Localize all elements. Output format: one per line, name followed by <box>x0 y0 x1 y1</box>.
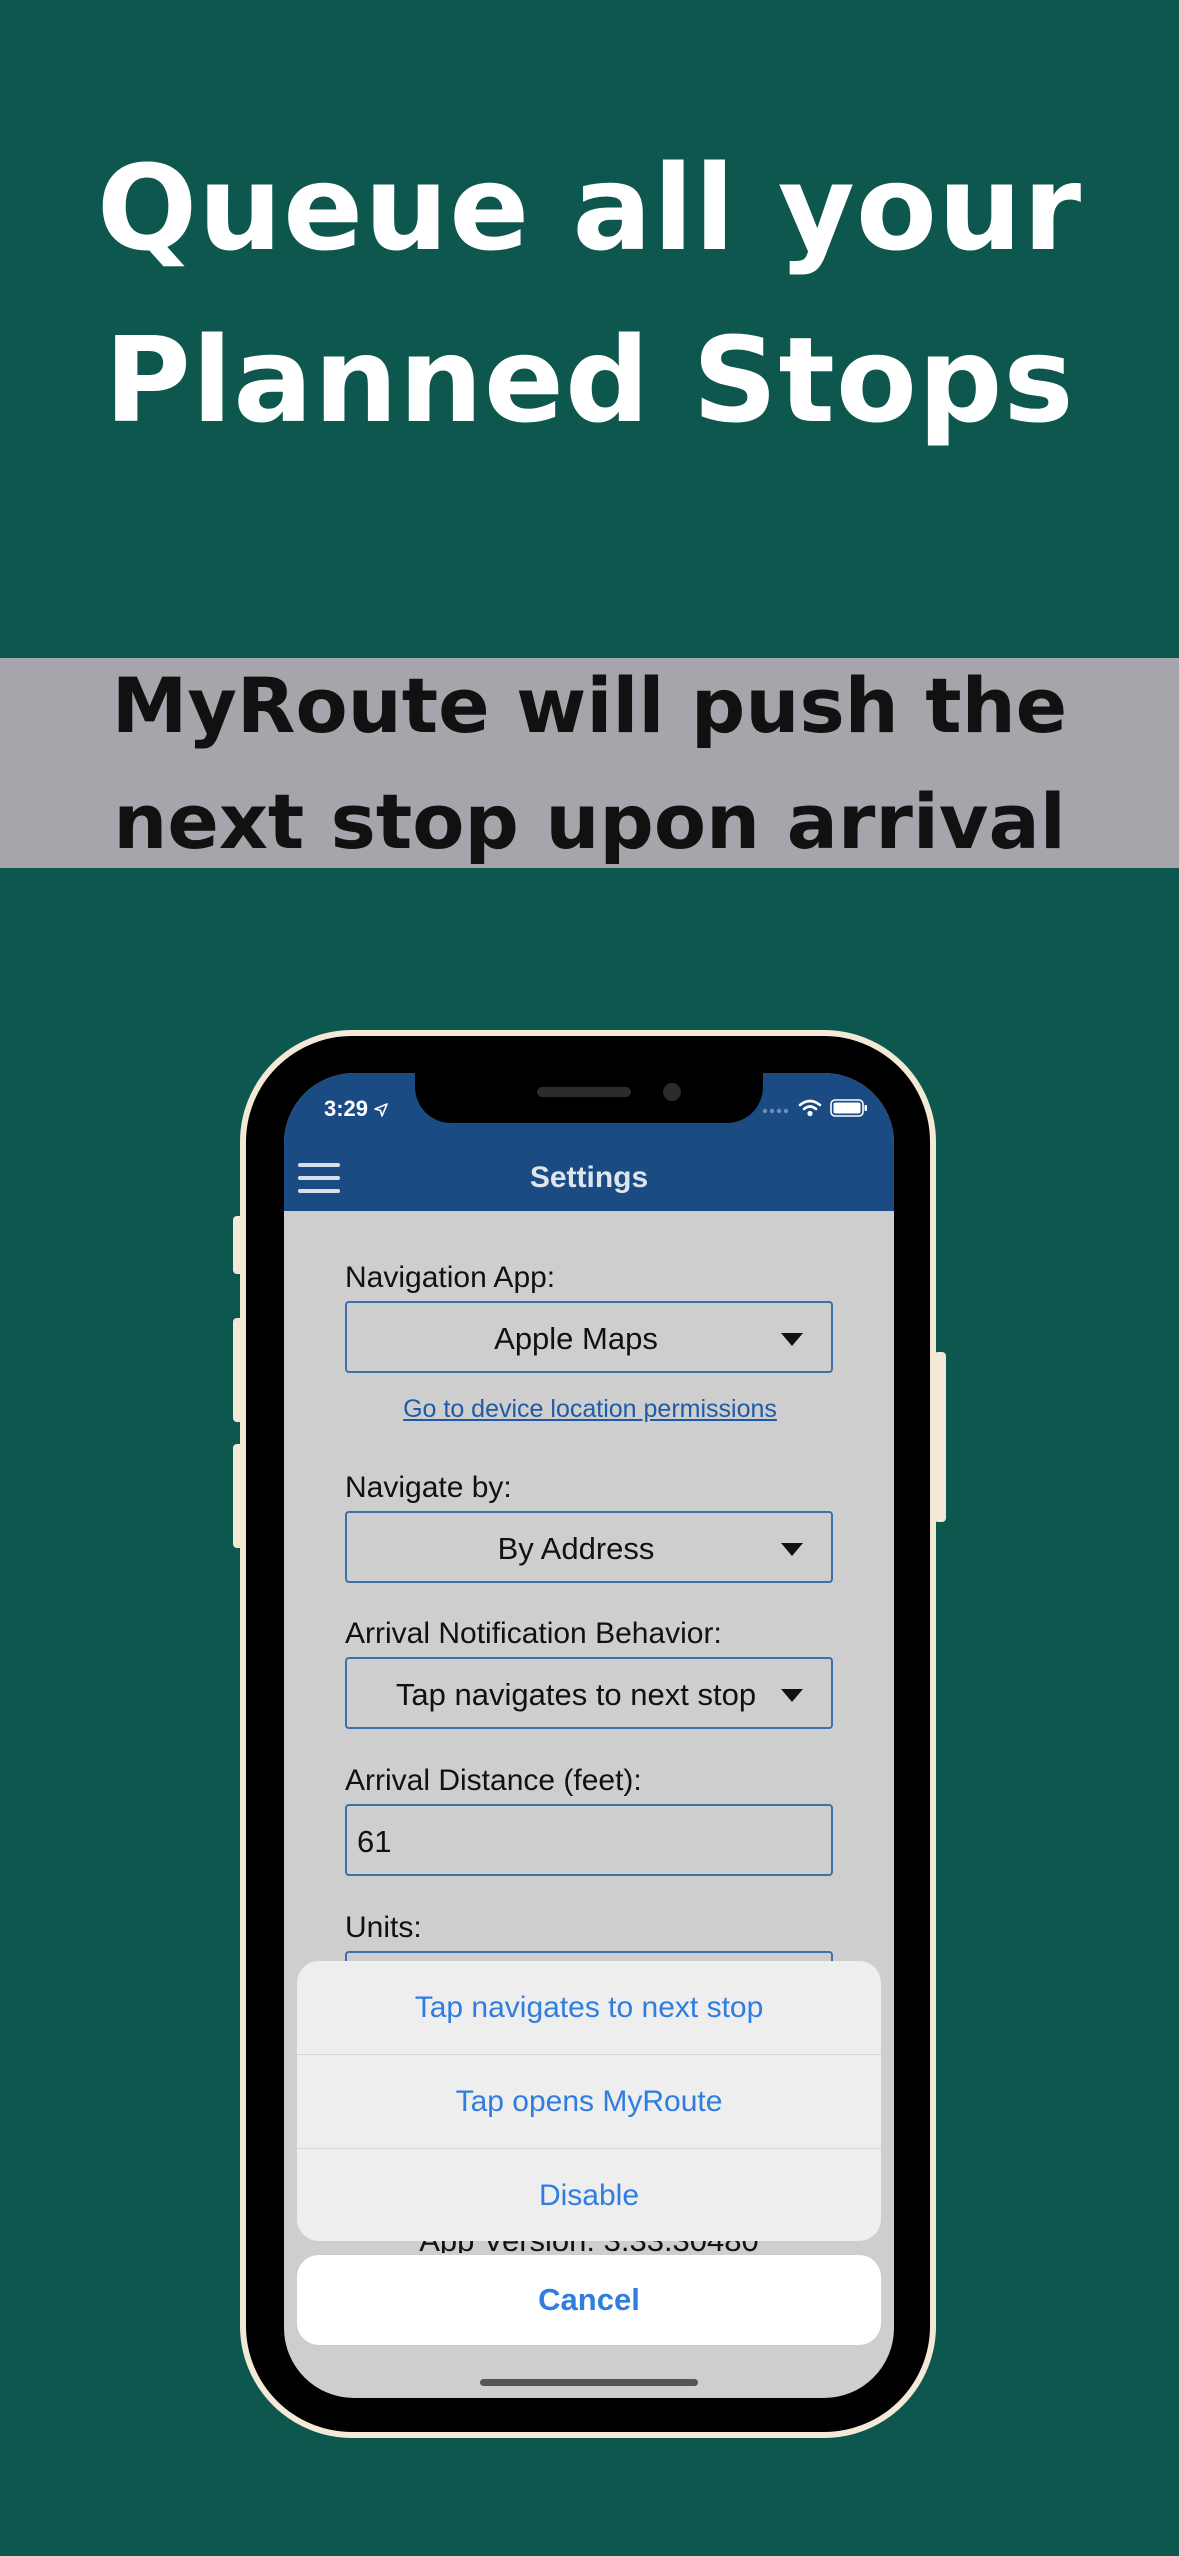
arrival-distance-value: 61 <box>357 1824 392 1859</box>
action-tap-navigates[interactable]: Tap navigates to next stop <box>297 1961 881 2055</box>
navigation-app-value: Apple Maps <box>494 1321 658 1356</box>
subheadline-line-1: MyRoute will push the <box>111 661 1068 750</box>
arrival-distance-input[interactable]: 61 <box>345 1804 833 1876</box>
headline-line-2: Planned Stops <box>104 311 1075 449</box>
location-arrow-icon <box>374 1103 388 1117</box>
navigate-by-value: By Address <box>497 1531 655 1566</box>
navigation-app-label: Navigation App: <box>345 1261 556 1294</box>
wifi-icon <box>798 1099 822 1117</box>
phone-notch <box>415 1073 763 1123</box>
status-time: 3:29 <box>324 1096 388 1122</box>
navigation-app-select[interactable]: Apple Maps <box>345 1301 833 1373</box>
subheadline: MyRoute will push the next stop upon arr… <box>0 648 1179 880</box>
app-header: Settings <box>284 1143 894 1211</box>
arrival-behavior-select[interactable]: Tap navigates to next stop <box>345 1657 833 1729</box>
navigate-by-label: Navigate by: <box>345 1471 512 1504</box>
location-permissions-link[interactable]: Go to device location permissions <box>345 1395 835 1424</box>
action-disable[interactable]: Disable <box>297 2149 881 2241</box>
page-title: Settings <box>529 1161 649 1194</box>
phone-screen: 3:29 Settings Navigation App: Apple Maps… <box>284 1073 894 2398</box>
units-label: Units: <box>345 1911 422 1944</box>
action-tap-opens-myroute[interactable]: Tap opens MyRoute <box>297 2055 881 2149</box>
action-sheet: Tap navigates to next stop Tap opens MyR… <box>297 1961 881 2241</box>
status-icons <box>762 1099 868 1117</box>
headline: Queue all your Planned Stops <box>0 122 1179 466</box>
home-indicator[interactable] <box>480 2379 698 2386</box>
battery-icon <box>830 1099 867 1117</box>
status-bar: 3:29 <box>284 1073 894 1143</box>
navigate-by-select[interactable]: By Address <box>345 1511 833 1583</box>
dropdown-caret-icon <box>781 1543 803 1556</box>
arrival-distance-label: Arrival Distance (feet): <box>345 1764 642 1797</box>
signal-icon <box>762 1108 789 1114</box>
dropdown-caret-icon <box>781 1689 803 1702</box>
front-camera <box>663 1083 681 1101</box>
arrival-behavior-label: Arrival Notification Behavior: <box>345 1617 722 1650</box>
arrival-behavior-value: Tap navigates to next stop <box>395 1677 757 1712</box>
dropdown-caret-icon <box>781 1333 803 1346</box>
speaker-grille <box>537 1087 631 1097</box>
headline-line-1: Queue all your <box>96 139 1083 277</box>
subheadline-line-2: next stop upon arrival <box>113 777 1066 866</box>
cancel-button[interactable]: Cancel <box>297 2255 881 2345</box>
